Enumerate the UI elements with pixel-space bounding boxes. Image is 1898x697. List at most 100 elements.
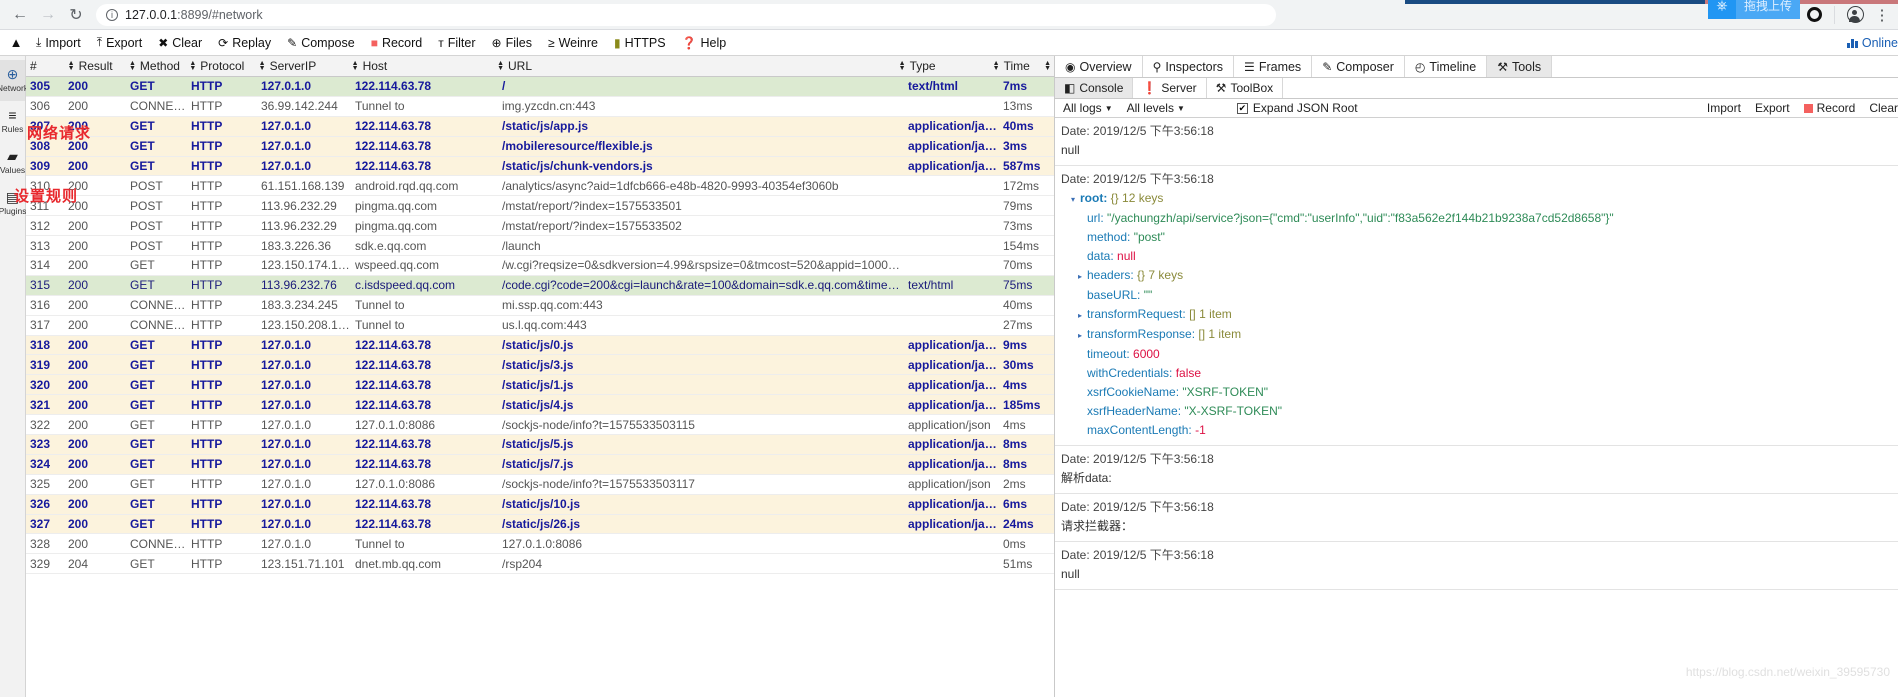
expand-json-root-checkbox[interactable]: ✔ Expand JSON Root [1236,101,1358,115]
levels-filter-dropdown[interactable]: All levels ▼ [1125,101,1197,115]
subtab-server[interactable]: ❗ Server [1133,78,1207,98]
table-row[interactable]: 314 200 GET HTTP 123.150.174.105 wspeed.qq.co… [26,256,1054,276]
tab-inspectors[interactable]: ⚲ Inspectors [1143,56,1235,77]
table-row[interactable]: 325 200 GET HTTP 127.0.1.0 127.0.1.0:8086/soc… [26,474,1054,495]
table-row[interactable]: 322 200 GET HTTP 127.0.1.0 127.0.1.0:8086/soc… [26,415,1054,436]
table-row[interactable]: 324 200 GET HTTP 127.0.1.0 122.114.63.78/stat… [26,454,1054,475]
table-row[interactable]: 310 200 POST HTTP 61.151.168.139 android.rqd.… [26,176,1054,197]
sort-arrows-icon[interactable]: ▲ ▼ [68,60,75,72]
table-row[interactable]: 319 200 GET HTTP 127.0.1.0 122.114.63.78/stat… [26,355,1054,376]
table-row[interactable]: 323 200 GET HTTP 127.0.1.0 122.114.63.78/stat… [26,435,1054,455]
twisty-closed-icon[interactable]: ▸ [1078,306,1087,325]
subtab-console[interactable]: ◧ Console [1055,78,1134,98]
toolbar-help-button[interactable]: ❓ Help [674,31,735,55]
column-header-host[interactable]: ▲ ▼ Host [348,59,493,73]
address-bar[interactable]: i 127.0.0.1:8899/#network [96,3,1276,26]
table-row[interactable]: 316 200 CONNECT HTTP 183.3.234.245 Tunnel to m… [26,295,1054,316]
toolbar-import-button[interactable]: ⤓ Import [28,31,89,55]
table-row[interactable]: 315 200 GET HTTP 113.96.232.76 c.isdspeed.qq.… [26,275,1054,296]
sort-arrows-icon[interactable]: ▲ ▼ [129,60,136,72]
toolbar-compose-button[interactable]: ✎ Compose [279,31,363,55]
tab-timeline[interactable]: ◴ Timeline [1405,56,1488,77]
json-field-row[interactable]: ▸ transformRequest: [] 1 item [1061,305,1898,325]
sort-arrows-icon[interactable]: ▲ ▼ [1044,61,1051,71]
twisty-closed-icon[interactable]: ▸ [1078,267,1087,286]
sort-arrows-icon[interactable]: ▲ ▼ [189,60,196,72]
table-row[interactable]: 311 200 POST HTTP 113.96.232.29 pingma.qq.com… [26,196,1054,217]
console-export-button[interactable]: Export [1755,101,1790,115]
chrome-divider [1834,5,1835,24]
chevron-up-icon[interactable]: ▲ [4,35,28,50]
table-row[interactable]: 312 200 POST HTTP 113.96.232.29 pingma.qq.com… [26,216,1054,237]
table-row[interactable]: 308 200 GET HTTP 127.0.1.0 122.114.63.78/mobi… [26,136,1054,157]
console-log-list[interactable]: Date: 2019/12/5 下午3:56:18 null Date: 2019/… [1055,118,1898,697]
twisty-open-icon[interactable]: ▾ [1071,190,1080,209]
extension-dot-icon[interactable] [1807,7,1822,22]
column-header-result[interactable]: ▲ ▼ Result [64,59,125,73]
table-row[interactable]: 305 200 GET HTTP 127.0.1.0 122.114.63.78 / text… [26,77,1054,97]
table-row[interactable]: 321 200 GET HTTP 127.0.1.0 122.114.63.78/stat… [26,395,1054,416]
column-header-overflow-sort[interactable]: ▲ ▼ [1040,61,1054,71]
console-record-button[interactable]: Record [1803,101,1855,115]
tab-frames[interactable]: ☰ Frames [1234,56,1313,77]
sort-arrows-icon[interactable]: ▲ ▼ [899,60,906,72]
logs-filter-dropdown[interactable]: All logs ▼ [1061,101,1125,115]
rail-item-plugins[interactable]: ▤ Plugins [0,183,26,224]
column-header-type[interactable]: ▲ ▼ Type [895,59,989,73]
kebab-menu-icon[interactable]: ⋮ [1872,6,1892,24]
tab-composer[interactable]: ✎ Composer [1312,56,1405,77]
table-row[interactable]: 317 200 CONNECT HTTP 123.150.208.125 Tunnel t… [26,315,1054,336]
sort-arrows-icon[interactable]: ▲ ▼ [497,60,504,72]
tab-overview[interactable]: ◉ Overview [1055,56,1143,77]
sort-arrows-icon[interactable]: ▲ ▼ [259,60,266,72]
table-row[interactable]: 327 200 GET HTTP 127.0.1.0 122.114.63.78/stat… [26,514,1054,535]
forward-arrow-icon[interactable]: → [34,1,62,29]
toolbar-export-button[interactable]: ⤒ Export [89,31,150,55]
tab-tools[interactable]: ⚒ Tools [1487,56,1553,77]
baidu-netdisk-label: 拖拽上传 [1735,0,1800,19]
console-clear-button[interactable]: Clear [1869,101,1898,115]
toolbar-import-label: Import [45,35,81,50]
column-header-protocol[interactable]: ▲ ▼ Protocol [185,59,254,73]
online-status-badge[interactable]: Online [1847,36,1898,50]
rail-item-network[interactable]: ⊕ Network [0,60,28,101]
column-header-num[interactable]: # [26,59,64,73]
table-row[interactable]: 306 200 CONNECT HTTP 36.99.142.244 Tunnel to i… [26,96,1054,117]
column-header-serverip[interactable]: ▲ ▼ ServerIP [255,59,348,73]
table-row[interactable]: 309 200 GET HTTP 127.0.1.0 122.114.63.78/stat… [26,156,1054,177]
subtab-toolbox[interactable]: ⚒ ToolBox [1207,78,1284,98]
json-field-row: withCredentials: false [1061,364,1898,383]
column-header-url[interactable]: ▲ ▼ URL [493,59,895,73]
sort-arrows-icon[interactable]: ▲ ▼ [352,60,359,72]
table-row[interactable]: 328 200 CONNECT HTTP 127.0.1.0 Tunnel to 127.0… [26,534,1054,555]
console-import-button[interactable]: Import [1707,101,1741,115]
baidu-netdisk-upload-badge[interactable]: ⎈ 拖拽上传 [1707,0,1800,19]
twisty-closed-icon[interactable]: ▸ [1078,326,1087,345]
toolbar-files-button[interactable]: ⊕ Files [484,31,540,55]
back-arrow-icon[interactable]: ← [6,1,34,29]
column-header-time[interactable]: ▲ ▼ Time [989,59,1040,73]
profile-avatar-icon[interactable] [1847,6,1864,23]
table-row[interactable]: 326 200 GET HTTP 127.0.1.0 122.114.63.78/stat… [26,494,1054,515]
reload-icon[interactable]: ↻ [62,1,90,29]
rail-item-rules[interactable]: ≡ Rules [0,101,25,142]
toolbar-clear-button[interactable]: ✖ Clear [150,31,210,55]
table-row[interactable]: 329 204 GET HTTP 123.151.71.101 dnet.mb.qq.co… [26,554,1054,575]
json-root-row[interactable]: ▾ root: {} 12 keys [1061,189,1898,209]
table-row[interactable]: 307 200 GET HTTP 127.0.1.0 122.114.63.78/stat… [26,116,1054,137]
toolbar-weinre-button[interactable]: ≥ Weinre [540,31,606,55]
json-field-row[interactable]: ▸ transformResponse: [] 1 item [1061,325,1898,345]
sort-arrows-icon[interactable]: ▲ ▼ [993,60,1000,72]
info-circle-icon[interactable]: i [106,8,118,21]
table-row[interactable]: 318 200 GET HTTP 127.0.1.0 122.114.63.78/stat… [26,335,1054,356]
cell-time: 4ms [1003,377,1028,392]
toolbar-record-button[interactable]: ■ Record [363,31,431,55]
json-field-row[interactable]: ▸ headers: {} 7 keys [1061,266,1898,286]
toolbar-https-button[interactable]: ▮ HTTPS [606,31,674,55]
table-row[interactable]: 313 200 POST HTTP 183.3.226.36 sdk.e.qq.com/l… [26,236,1054,257]
toolbar-replay-button[interactable]: ⟳ Replay [210,31,279,55]
toolbar-filter-button[interactable]: ᴛ Filter [430,31,483,55]
table-row[interactable]: 320 200 GET HTTP 127.0.1.0 122.114.63.78/stat… [26,375,1054,396]
column-header-method[interactable]: ▲ ▼ Method [125,59,185,73]
rail-item-values[interactable]: ▰ Values [0,142,25,183]
